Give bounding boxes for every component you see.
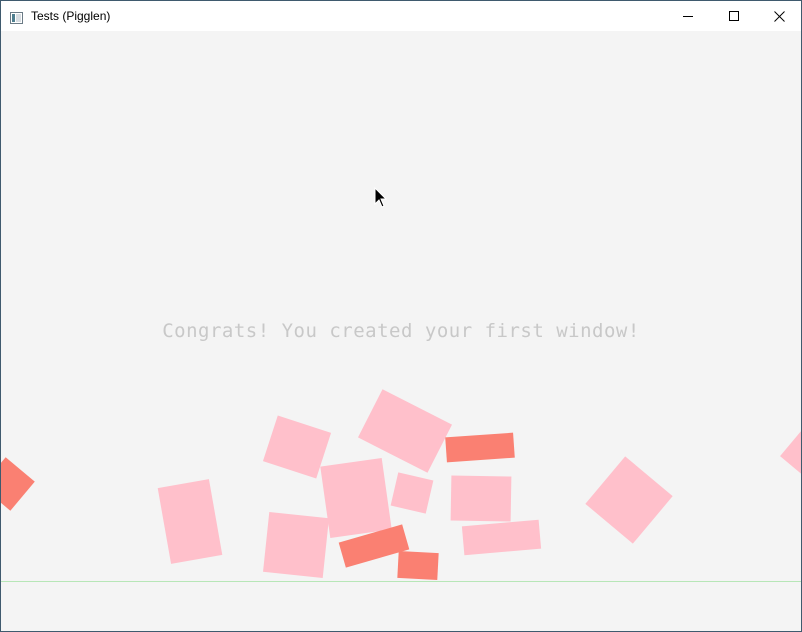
physics-block bbox=[445, 432, 515, 463]
maximize-icon bbox=[729, 11, 739, 21]
physics-block bbox=[263, 512, 329, 578]
welcome-message: Congrats! You created your first window! bbox=[162, 320, 640, 342]
close-icon bbox=[773, 10, 785, 22]
physics-block bbox=[461, 519, 542, 556]
maximize-button[interactable] bbox=[711, 1, 757, 31]
physics-block bbox=[450, 475, 512, 522]
minimize-button[interactable] bbox=[665, 1, 711, 31]
physics-block bbox=[390, 472, 434, 514]
physics-block bbox=[397, 550, 439, 581]
physics-block bbox=[585, 456, 673, 544]
ground-line bbox=[1, 581, 801, 582]
window-title: Tests (Pigglen) bbox=[31, 9, 111, 23]
title-bar[interactable]: Tests (Pigglen) bbox=[1, 1, 801, 31]
close-button[interactable] bbox=[756, 1, 801, 31]
mouse-pointer-icon bbox=[374, 187, 388, 208]
app-window: Tests (Pigglen) Congrats! You created yo… bbox=[0, 0, 802, 632]
physics-block bbox=[780, 430, 801, 478]
render-canvas[interactable]: Congrats! You created your first window! bbox=[1, 31, 801, 631]
physics-block bbox=[1, 457, 35, 511]
app-window-icon[interactable] bbox=[10, 9, 23, 24]
physics-block bbox=[320, 458, 392, 538]
minimize-icon bbox=[683, 16, 693, 17]
physics-block bbox=[157, 479, 223, 564]
